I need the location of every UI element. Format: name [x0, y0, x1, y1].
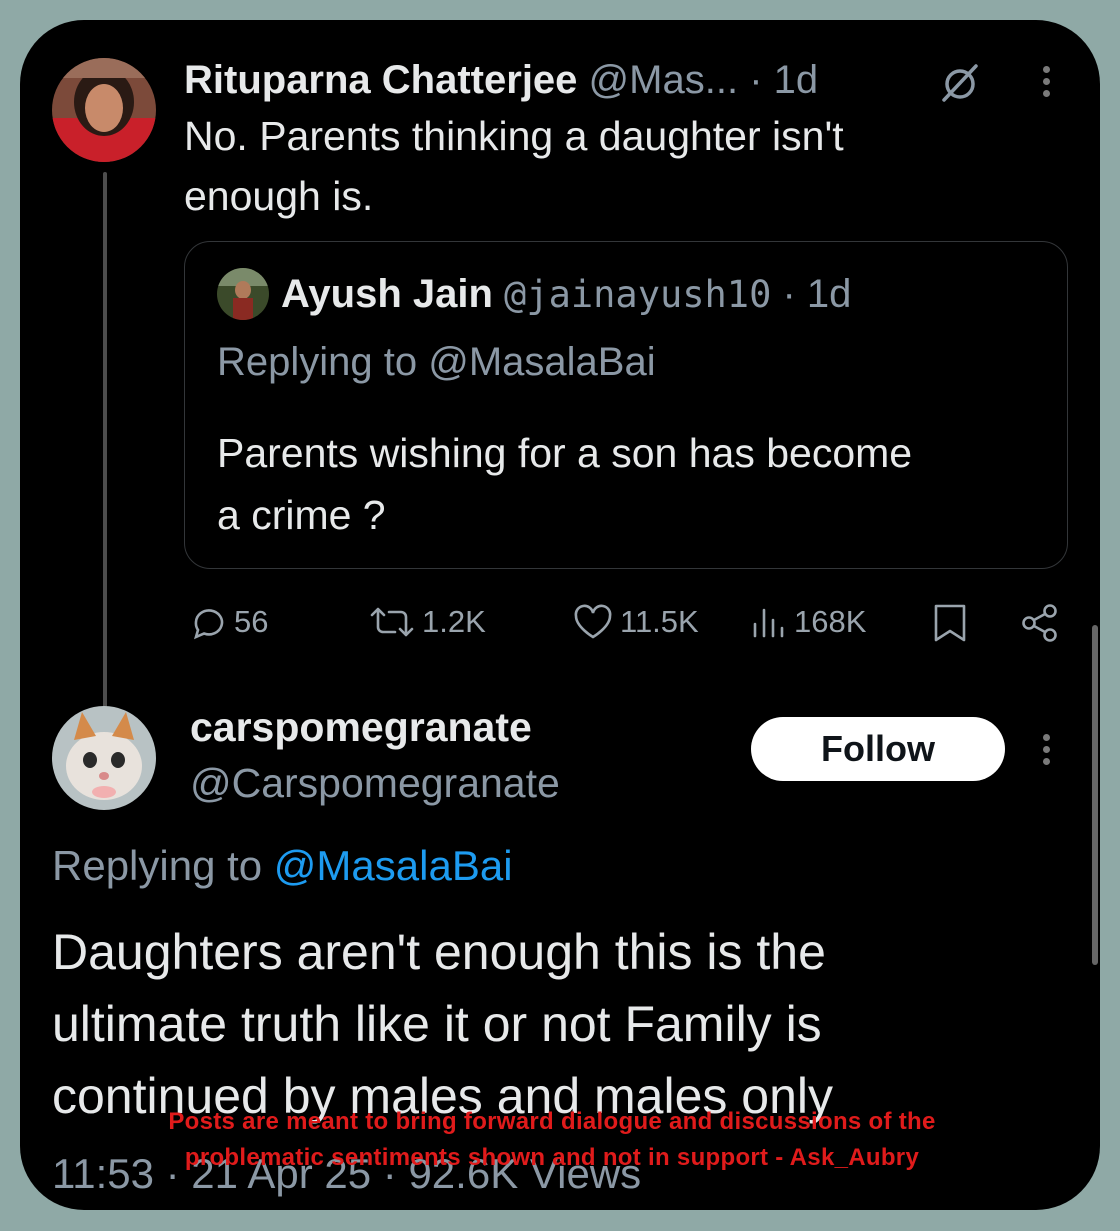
quote-replying-to[interactable]: Replying to @MasalaBai	[217, 336, 656, 388]
scrollbar[interactable]	[1092, 625, 1098, 965]
grok-icon[interactable]	[938, 60, 982, 104]
quote-text-line1: Parents wishing for a son has become	[217, 430, 913, 476]
post2-replying-handle[interactable]: @MasalaBai	[274, 842, 513, 889]
post2-text-line1: Daughters aren't enough this is the	[52, 924, 826, 980]
share-icon	[1022, 604, 1057, 642]
repost-icon	[370, 607, 414, 637]
views-icon	[753, 608, 784, 638]
views-button[interactable]: 168K	[750, 602, 866, 642]
post1-display-name[interactable]: Rituparna Chatterjee	[184, 58, 577, 102]
repost-button[interactable]: 1.2K	[368, 602, 486, 642]
share-button[interactable]	[1018, 602, 1062, 644]
post2-more-icon[interactable]	[1043, 734, 1051, 765]
quote-time[interactable]: · 1d	[782, 272, 851, 316]
post2-replying-to: Replying to @MasalaBai	[52, 838, 513, 894]
post1-time[interactable]: · 1d	[749, 58, 818, 102]
quote-header: Ayush Jain @jainayush10 · 1d	[281, 268, 851, 320]
quote-display-name[interactable]: Ayush Jain	[281, 272, 493, 316]
avatar-carspomegranate[interactable]	[52, 706, 156, 810]
quote-handle[interactable]: @jainayush10	[504, 273, 771, 316]
avatar-rituparna[interactable]	[52, 58, 156, 162]
views-count: 168K	[794, 604, 867, 639]
like-count: 11.5K	[620, 604, 699, 639]
avatar-ayush[interactable]	[217, 268, 269, 320]
quote-text: Parents wishing for a son has become a c…	[217, 422, 912, 546]
action-bar: 56 1.2K 11.5K 168K	[188, 602, 1068, 646]
repost-count: 1.2K	[422, 604, 486, 639]
watermark-line2: problematic sentiments shown and not in …	[184, 1144, 920, 1171]
follow-button[interactable]: Follow	[751, 717, 1005, 781]
quote-text-line2: a crime ?	[217, 492, 386, 538]
bookmark-button[interactable]	[932, 602, 968, 644]
post2-text-line2: ultimate truth like it or not Family is	[52, 996, 822, 1052]
post1-text-line1: No. Parents thinking a daughter isn't	[184, 113, 844, 159]
post1-more-icon[interactable]	[1043, 66, 1051, 97]
bookmark-icon	[934, 604, 966, 642]
like-icon	[574, 604, 612, 639]
post1-text-line2: enough is.	[184, 173, 374, 219]
reply-count: 56	[234, 604, 269, 639]
reply-icon	[193, 609, 224, 640]
post1-handle[interactable]: @Mas...	[589, 58, 739, 102]
thread-line	[103, 172, 107, 712]
post2-replying-prefix: Replying to	[52, 842, 263, 889]
post1-header: Rituparna Chatterjee @Mas... · 1d	[184, 54, 818, 106]
post2-handle[interactable]: @Carspomegranate	[190, 756, 560, 810]
like-button[interactable]: 11.5K	[572, 602, 699, 642]
watermark-line1: Posts are meant to bring forward dialogu…	[168, 1108, 936, 1135]
tweet-card: Rituparna Chatterjee @Mas... · 1d No. Pa…	[20, 20, 1100, 1210]
post1-text: No. Parents thinking a daughter isn't en…	[184, 106, 844, 226]
post2-text: Daughters aren't enough this is the ulti…	[52, 916, 833, 1132]
quoted-tweet[interactable]: Ayush Jain @jainayush10 · 1d Replying to…	[184, 241, 1068, 569]
post2-display-name[interactable]: carspomegranate	[190, 700, 532, 754]
reply-button[interactable]: 56	[188, 602, 268, 642]
watermark: Posts are meant to bring forward dialogu…	[92, 1104, 1012, 1176]
